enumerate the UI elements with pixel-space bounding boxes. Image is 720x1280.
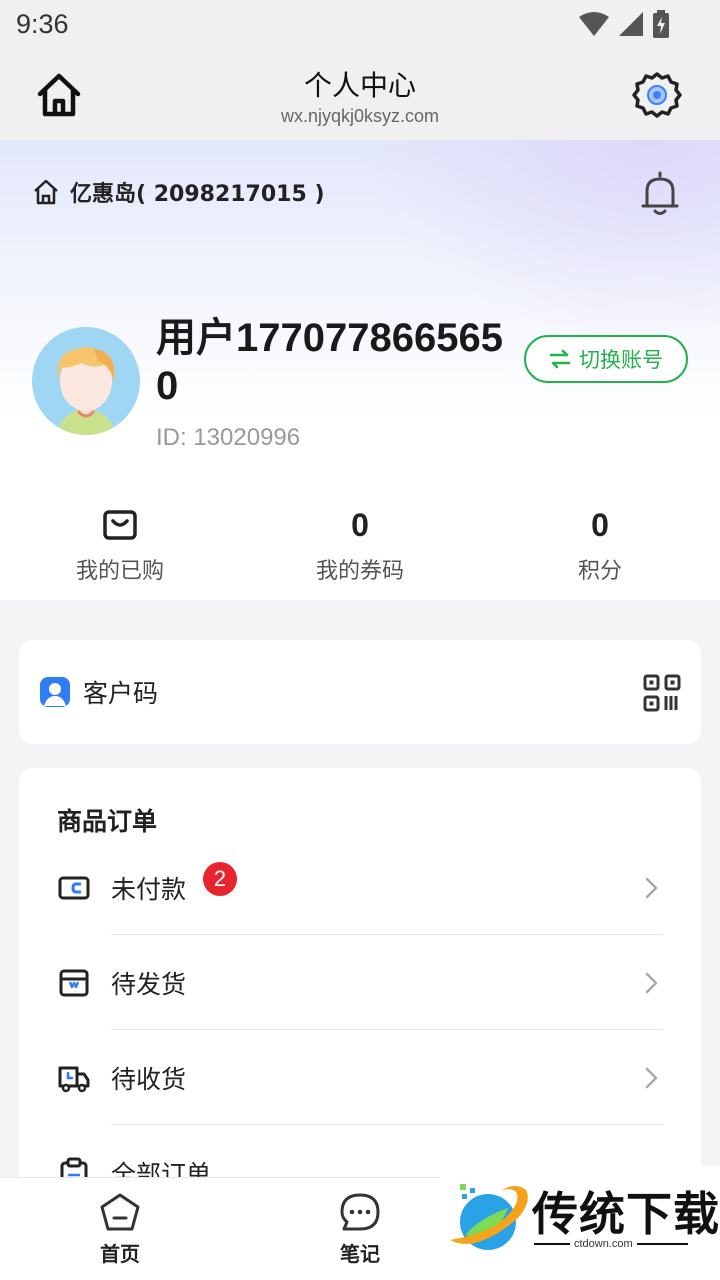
shopping-bag-icon [103, 510, 137, 540]
status-time: 9:36 [16, 9, 69, 39]
order-row-label: 待收货 [111, 1065, 187, 1094]
orders-section-title: 商品订单 [57, 807, 158, 836]
stat-points[interactable]: 0 积分 [480, 505, 720, 595]
avatar[interactable] [32, 327, 140, 435]
orders-card: 商品订单 未付款 2 待发货 待收货 全部订单 [19, 768, 701, 1189]
order-row-to-ship[interactable]: 待发货 [57, 935, 663, 1030]
shop-name: 亿惠岛( 2098217015 ) [70, 182, 325, 207]
notification-button[interactable] [638, 170, 682, 218]
order-row-label: 未付款 [111, 875, 187, 904]
home-tab-icon [100, 1193, 140, 1231]
stat-coupons-label: 我的券码 [315, 559, 404, 584]
chevron-right-icon [645, 972, 658, 994]
watermark-logo-mark [450, 1184, 528, 1250]
customer-code-row: 客户码 [39, 674, 158, 710]
stat-purchased-label: 我的已购 [75, 559, 164, 584]
unpaid-count-badge: 2 [203, 862, 237, 896]
stat-coupons[interactable]: 0 我的券码 [240, 505, 480, 595]
switch-account-button[interactable]: 切换账号 [524, 335, 688, 383]
system-icons [578, 10, 670, 38]
stat-purchased-value [103, 505, 137, 545]
qr-code-icon[interactable] [643, 674, 681, 712]
wallet-icon [58, 876, 90, 900]
page-url: wx.njyqkj0ksyz.com [280, 106, 440, 126]
chevron-right-icon [645, 877, 658, 899]
stat-points-value: 0 [591, 506, 609, 543]
watermark-text: 传统下载 [532, 1187, 720, 1241]
watermark-logo: 传统下载 ctdown.com [440, 1166, 720, 1270]
nav-notes-label: 笔记 [340, 1242, 380, 1266]
package-box-icon [59, 969, 89, 997]
order-row-to-receive[interactable]: 待收货 [57, 1030, 663, 1125]
chat-bubble-icon [340, 1193, 380, 1231]
customer-code-label: 客户码 [83, 679, 159, 708]
status-bar: 9:36 [0, 0, 720, 52]
battery-icon [653, 10, 669, 38]
stats-row: 我的已购 0 我的券码 0 积分 [0, 505, 720, 595]
order-row-label: 待发货 [111, 970, 187, 999]
swap-arrows-icon [549, 349, 571, 369]
nav-notes[interactable]: 笔记 [300, 1192, 420, 1267]
order-row-unpaid[interactable]: 未付款 2 [57, 840, 663, 935]
nav-home[interactable]: 首页 [60, 1192, 180, 1267]
switch-account-label: 切换账号 [579, 348, 663, 372]
signal-icon [619, 12, 643, 36]
store-home-icon [34, 179, 58, 205]
stat-coupons-value: 0 [351, 506, 369, 543]
customer-badge-icon [40, 677, 70, 707]
avatar-illustration [57, 347, 115, 435]
app-bar: 个人中心 wx.njyqkj0ksyz.com [0, 52, 720, 140]
watermark-url: ctdown.com [570, 1238, 637, 1250]
stat-purchased[interactable]: 我的已购 [0, 505, 240, 595]
username: 用户1770778665650 [156, 316, 503, 408]
delivery-truck-icon [58, 1066, 90, 1093]
user-id: ID: 13020996 [156, 424, 301, 451]
page-title: 个人中心 [303, 69, 416, 102]
bell-icon [641, 171, 679, 215]
stat-points-label: 积分 [577, 559, 622, 584]
gear-icon [632, 72, 682, 118]
nav-home-label: 首页 [100, 1242, 140, 1266]
wifi-icon [579, 12, 609, 36]
shop-selector[interactable]: 亿惠岛( 2098217015 ) [32, 176, 325, 208]
customer-code-card[interactable]: 客户码 [19, 640, 701, 744]
chevron-right-icon [645, 1067, 658, 1089]
settings-button[interactable] [630, 68, 684, 122]
